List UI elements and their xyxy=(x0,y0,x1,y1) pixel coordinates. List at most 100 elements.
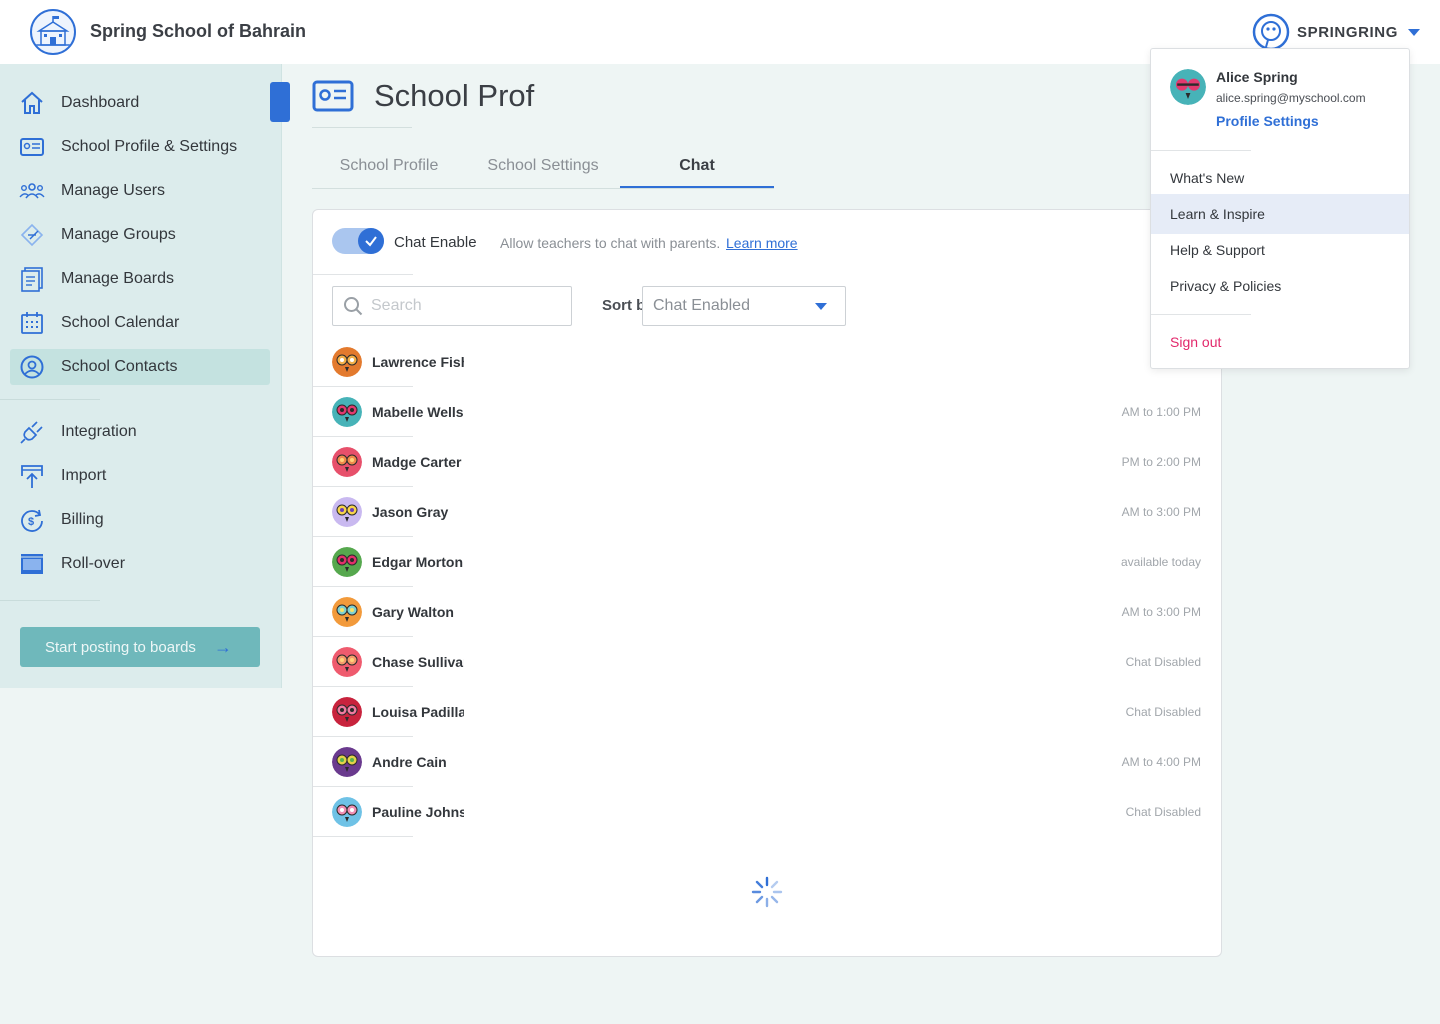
menu-divider xyxy=(1151,150,1251,151)
import-icon xyxy=(18,462,46,490)
sidebar-scroll-handle[interactable] xyxy=(270,82,290,122)
contact-avatar xyxy=(332,397,362,427)
sidebar-item-billing[interactable]: $ Billing xyxy=(10,502,270,538)
sidebar-item-label: Manage Users xyxy=(61,182,166,199)
menu-item-help-support[interactable]: Help & Support xyxy=(1151,230,1409,270)
contact-name: Chase Sullivan xyxy=(372,654,464,670)
plug-icon xyxy=(18,418,46,446)
sidebar-item-label: Integration xyxy=(61,423,137,440)
contact-name: Andre Cain xyxy=(372,754,447,770)
search-icon xyxy=(344,297,363,316)
user-email: alice.spring@myschool.com xyxy=(1216,91,1366,105)
user-avatar xyxy=(1170,69,1206,105)
search-field[interactable] xyxy=(332,286,572,326)
tab-school-settings[interactable]: School Settings xyxy=(466,145,620,189)
sidebar-item-school-contacts[interactable]: School Contacts xyxy=(10,349,270,385)
contact-row[interactable]: Pauline Johnson Chat Disabled xyxy=(313,787,1221,837)
contact-avatar xyxy=(332,697,362,727)
tabs-divider xyxy=(312,188,774,189)
chat-enable-toggle[interactable] xyxy=(332,228,384,254)
contact-row[interactable]: Andre Cain AM to 4:00 PM xyxy=(313,737,1221,787)
contacts-icon xyxy=(18,353,46,381)
sidebar-item-label: Dashboard xyxy=(61,94,140,111)
contact-avatar xyxy=(332,647,362,677)
contact-row[interactable]: Louisa Padilla Chat Disabled xyxy=(313,687,1221,737)
contact-avatar xyxy=(332,597,362,627)
menu-item-privacy-policies[interactable]: Privacy & Policies xyxy=(1151,266,1409,306)
sidebar-item-dashboard[interactable]: Dashboard xyxy=(10,85,270,121)
sidebar-item-school-profile[interactable]: School Profile & Settings xyxy=(10,129,270,165)
contact-name: Jason Gray xyxy=(372,504,449,520)
sidebar-item-integration[interactable]: Integration xyxy=(10,414,270,450)
billing-icon: $ xyxy=(18,506,46,534)
contact-avatar xyxy=(332,547,362,577)
contact-status: AM to 3:00 PM xyxy=(1121,605,1201,619)
chevron-down-icon xyxy=(1408,28,1421,36)
sort-select[interactable]: Chat Enabled xyxy=(642,286,846,326)
contact-avatar xyxy=(332,797,362,827)
tab-chat[interactable]: Chat xyxy=(620,145,774,189)
sidebar-item-manage-boards[interactable]: Manage Boards xyxy=(10,261,270,297)
sidebar-item-label: Manage Groups xyxy=(61,226,176,243)
sidebar-item-import[interactable]: Import xyxy=(10,458,270,494)
sidebar-item-label: Import xyxy=(61,467,107,484)
search-input[interactable] xyxy=(371,287,566,325)
contact-avatar xyxy=(332,747,362,777)
contact-row[interactable]: Mabelle Wells AM to 1:00 PM xyxy=(313,387,1221,437)
contact-row[interactable]: Chase Sullivan Chat Disabled xyxy=(313,637,1221,687)
home-icon xyxy=(18,89,46,117)
tab-school-profile[interactable]: School Profile xyxy=(312,145,466,189)
contact-status: Chat Disabled xyxy=(1125,655,1201,669)
card-divider xyxy=(313,274,413,275)
toggle-knob xyxy=(358,228,384,254)
learn-more-link[interactable]: Learn more xyxy=(726,235,798,251)
boards-icon xyxy=(18,265,46,293)
chat-description: Allow teachers to chat with parents. xyxy=(500,235,721,251)
menu-item-learn-inspire[interactable]: Learn & Inspire xyxy=(1151,194,1409,234)
sidebar-item-manage-groups[interactable]: Manage Groups xyxy=(10,217,270,253)
contact-avatar xyxy=(332,447,362,477)
contact-name: Madge Carter xyxy=(372,454,462,470)
contact-name: Louisa Padilla xyxy=(372,704,464,720)
contact-name: Lawrence Fisher xyxy=(372,354,464,370)
row-divider xyxy=(313,836,413,837)
contact-row[interactable]: Edgar Morton available today xyxy=(313,537,1221,587)
sidebar-item-rollover[interactable]: Roll-over xyxy=(10,546,270,582)
start-posting-button[interactable]: Start posting to boards → xyxy=(20,627,260,667)
contact-row[interactable]: Jason Gray AM to 3:00 PM xyxy=(313,487,1221,537)
calendar-icon xyxy=(18,309,46,337)
users-icon xyxy=(18,177,46,205)
page-title: School Prof xyxy=(374,78,535,113)
contact-status: AM to 4:00 PM xyxy=(1121,755,1201,769)
chevron-down-icon xyxy=(815,303,827,310)
sidebar-item-label: Billing xyxy=(61,511,104,528)
school-logo[interactable] xyxy=(30,9,76,55)
contact-row[interactable]: Lawrence FisherChat xyxy=(313,337,1221,387)
chat-enable-label: Chat Enable xyxy=(394,234,477,251)
check-icon xyxy=(365,236,377,247)
sign-out-link[interactable]: Sign out xyxy=(1170,334,1221,350)
rollover-icon xyxy=(18,550,46,578)
sort-value: Chat Enabled xyxy=(653,297,750,314)
school-name: Spring School of Bahrain xyxy=(90,21,307,41)
contact-name: Edgar Morton xyxy=(372,554,463,570)
contact-avatar xyxy=(332,347,362,377)
sidebar-item-manage-users[interactable]: Manage Users xyxy=(10,173,270,209)
contact-row[interactable]: Madge Carter PM to 2:00 PM xyxy=(313,437,1221,487)
user-name: Alice Spring xyxy=(1216,69,1298,85)
menu-item-whats-new[interactable]: What's New xyxy=(1151,158,1409,198)
contact-status: PM to 2:00 PM xyxy=(1121,455,1201,469)
springring-logo-icon xyxy=(1252,13,1290,51)
contact-name: Mabelle Wells xyxy=(372,404,464,420)
contact-status: Chat Disabled xyxy=(1125,805,1201,819)
title-divider xyxy=(312,127,412,128)
sidebar-item-school-calendar[interactable]: School Calendar xyxy=(10,305,270,341)
sidebar-item-label: Roll-over xyxy=(61,555,126,572)
account-menu-toggle[interactable]: SPRINGRING xyxy=(1252,12,1421,52)
svg-text:$: $ xyxy=(28,516,34,528)
profile-settings-link[interactable]: Profile Settings xyxy=(1216,113,1319,129)
sidebar-item-label: School Profile & Settings xyxy=(61,138,238,155)
contact-status: available today xyxy=(1120,555,1201,569)
contact-row[interactable]: Gary Walton AM to 3:00 PM xyxy=(313,587,1221,637)
id-card-icon xyxy=(18,133,46,161)
